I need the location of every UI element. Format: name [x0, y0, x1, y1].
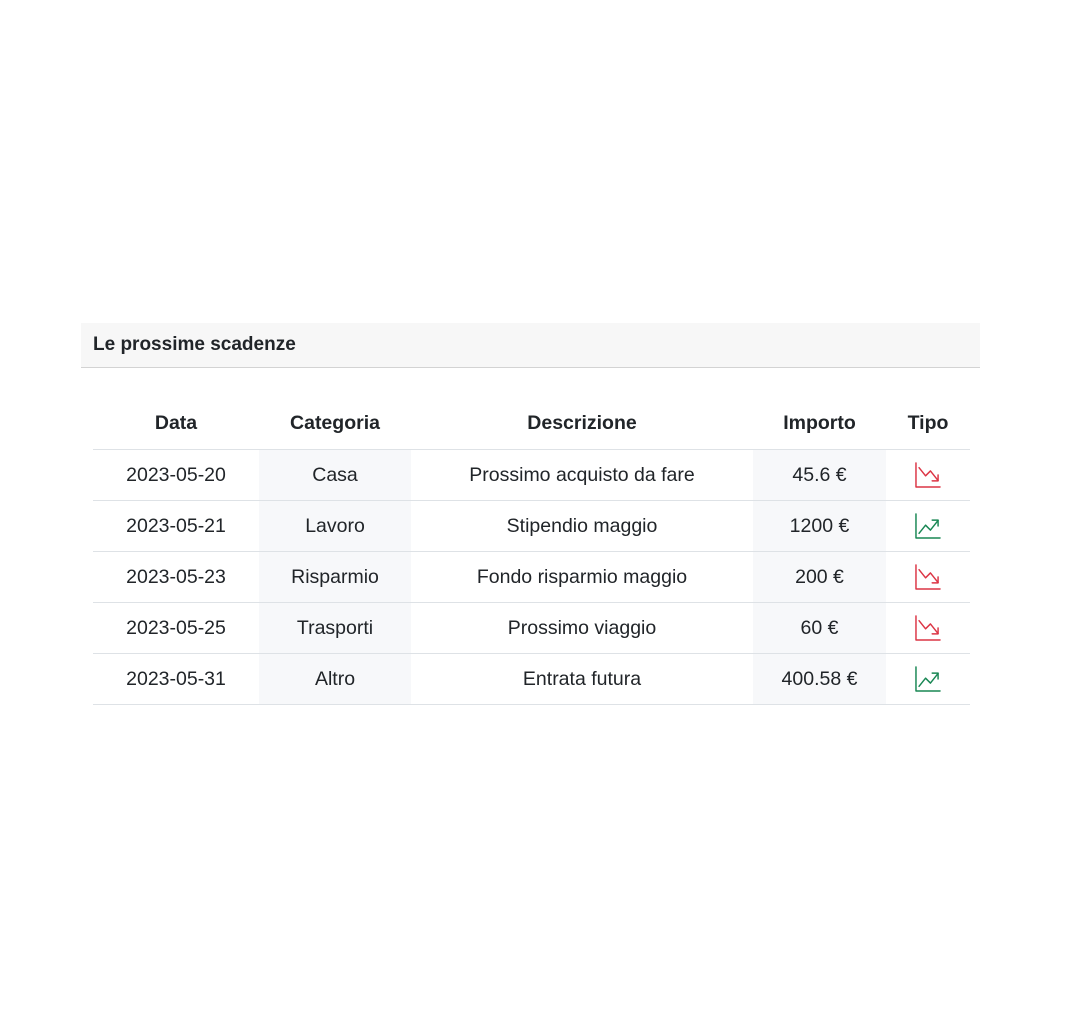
cell-amount: 60 € [753, 602, 886, 654]
upcoming-deadlines-card: Le prossime scadenze Data Categoria Desc… [81, 323, 980, 705]
cell-description: Stipendio maggio [411, 500, 753, 552]
cell-type [886, 449, 970, 501]
cell-date: 2023-05-31 [93, 653, 259, 705]
table-row: 2023-05-25 Trasporti Prossimo viaggio 60… [93, 602, 970, 654]
column-header-date: Data [93, 398, 259, 450]
column-header-amount: Importo [753, 398, 886, 450]
cell-type [886, 653, 970, 705]
cell-description: Fondo risparmio maggio [411, 551, 753, 603]
trend-down-icon [915, 462, 941, 488]
cell-amount: 400.58 € [753, 653, 886, 705]
cell-category: Risparmio [259, 551, 411, 603]
cell-description: Entrata futura [411, 653, 753, 705]
cell-category: Altro [259, 653, 411, 705]
card-body: Data Categoria Descrizione Importo Tipo … [81, 368, 980, 705]
cell-amount: 200 € [753, 551, 886, 603]
table-row: 2023-05-31 Altro Entrata futura 400.58 € [93, 653, 970, 705]
cell-type [886, 602, 970, 654]
cell-date: 2023-05-20 [93, 449, 259, 501]
column-header-description: Descrizione [411, 398, 753, 450]
card-title: Le prossime scadenze [93, 334, 296, 355]
cell-type [886, 500, 970, 552]
cell-date: 2023-05-25 [93, 602, 259, 654]
cell-type [886, 551, 970, 603]
cell-description: Prossimo acquisto da fare [411, 449, 753, 501]
trend-up-icon [915, 513, 941, 539]
cell-category: Lavoro [259, 500, 411, 552]
deadlines-table: Data Categoria Descrizione Importo Tipo … [93, 398, 970, 705]
cell-description: Prossimo viaggio [411, 602, 753, 654]
cell-category: Trasporti [259, 602, 411, 654]
cell-amount: 45.6 € [753, 449, 886, 501]
column-header-category: Categoria [259, 398, 411, 450]
card-header: Le prossime scadenze [81, 323, 980, 368]
table-row: 2023-05-21 Lavoro Stipendio maggio 1200 … [93, 500, 970, 552]
cell-date: 2023-05-21 [93, 500, 259, 552]
cell-category: Casa [259, 449, 411, 501]
table-row: 2023-05-20 Casa Prossimo acquisto da far… [93, 449, 970, 501]
column-header-type: Tipo [886, 398, 970, 450]
trend-up-icon [915, 666, 941, 692]
trend-down-icon [915, 564, 941, 590]
trend-down-icon [915, 615, 941, 641]
cell-amount: 1200 € [753, 500, 886, 552]
cell-date: 2023-05-23 [93, 551, 259, 603]
table-row: 2023-05-23 Risparmio Fondo risparmio mag… [93, 551, 970, 603]
table-header-row: Data Categoria Descrizione Importo Tipo [93, 398, 970, 450]
